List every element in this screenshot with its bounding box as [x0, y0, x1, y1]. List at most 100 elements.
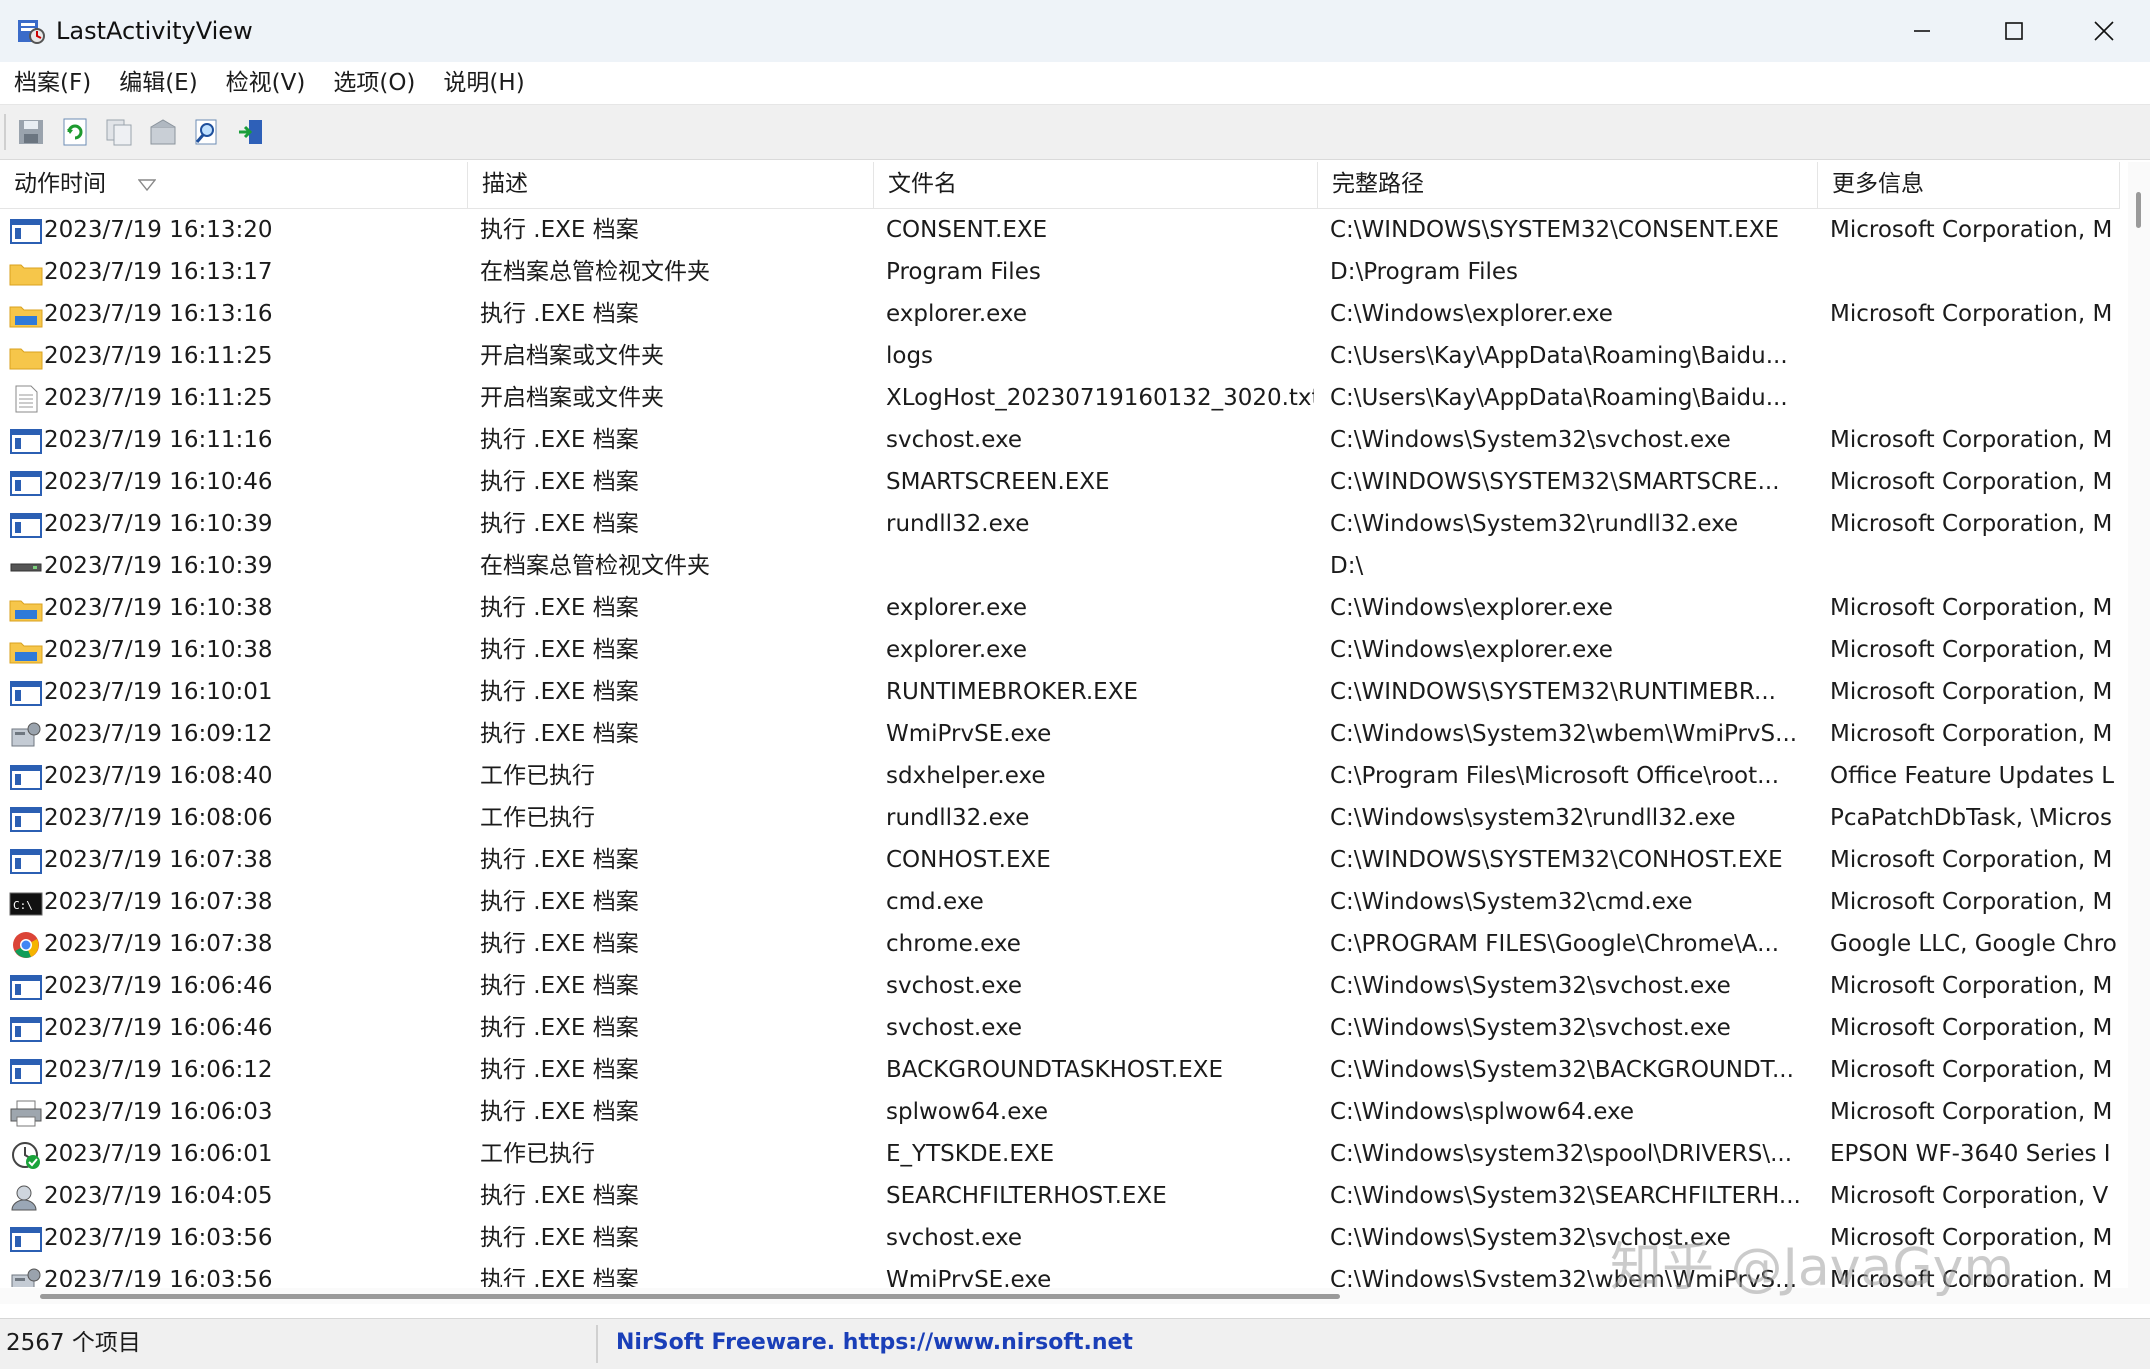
- cell-filename: explorer.exe: [886, 637, 1027, 663]
- table-row[interactable]: 2023/7/19 16:10:39 在档案总管检视文件夹 D:\: [0, 545, 2120, 587]
- exe-icon: [10, 513, 42, 538]
- cell-fullpath: D:\: [1330, 553, 1364, 579]
- cell-time: 2023/7/19 16:13:20: [44, 217, 273, 243]
- cell-filename: rundll32.exe: [886, 511, 1030, 537]
- save-button[interactable]: [12, 113, 50, 151]
- cell-moreinfo: Microsoft Corporation, M: [1830, 679, 2113, 705]
- close-button[interactable]: [2058, 0, 2150, 62]
- table-row[interactable]: 2023/7/19 16:04:05 执行 .EXE 档案 SEARCHFILTER…: [0, 1175, 2120, 1217]
- menu-edit[interactable]: 编辑(E): [105, 62, 211, 104]
- properties-icon: [150, 119, 176, 145]
- cell-time: 2023/7/19 16:11:25: [44, 385, 273, 411]
- wmi-icon: [11, 722, 41, 747]
- cell-description: 执行 .EXE 档案: [480, 595, 639, 621]
- cell-fullpath: C:\Windows\system32\spool\DRIVERS\...: [1330, 1141, 1793, 1167]
- maximize-button[interactable]: [1968, 0, 2060, 62]
- copy-button[interactable]: [100, 113, 138, 151]
- cell-moreinfo: [1830, 545, 2120, 587]
- exe-icon: [10, 765, 42, 790]
- check-clock-icon: [12, 1142, 40, 1169]
- cell-moreinfo: Microsoft Corporation, V: [1830, 1183, 2109, 1209]
- cell-fullpath: C:\Windows\System32\SEARCHFILTERH...: [1330, 1183, 1801, 1209]
- exit-button[interactable]: [232, 113, 270, 151]
- menu-view[interactable]: 检视(V): [212, 62, 320, 104]
- cell-moreinfo: Microsoft Corporation, M: [1830, 469, 2113, 495]
- menu-file[interactable]: 档案(F): [0, 62, 105, 104]
- exit-icon: [239, 120, 262, 144]
- table-row[interactable]: 2023/7/19 16:08:06 工作已执行 rundll32.exe C:\Wi…: [0, 797, 2120, 839]
- cell-fullpath: C:\Windows\System32\wbem\WmiPrvS...: [1330, 721, 1798, 747]
- menu-options[interactable]: 选项(O): [319, 62, 429, 104]
- table-row[interactable]: 2023/7/19 16:11:25 开启档案或文件夹 logs C:\Users\K…: [0, 335, 2120, 377]
- column-header: 动作时间 描述 文件名 完整路径 更多信息: [0, 162, 2120, 209]
- column-label-description: 描述: [482, 171, 528, 197]
- cell-filename: RUNTIMEBROKER.EXE: [886, 679, 1139, 705]
- cell-fullpath: C:\Windows\system32\rundll32.exe: [1330, 805, 1736, 831]
- cell-description: 执行 .EXE 档案: [480, 637, 639, 663]
- horizontal-scroll-thumb[interactable]: [40, 1294, 1340, 1299]
- cell-description: 执行 .EXE 档案: [480, 1057, 639, 1083]
- cell-moreinfo: Microsoft Corporation, M: [1830, 973, 2113, 999]
- table-row[interactable]: 2023/7/19 16:06:03 执行 .EXE 档案 splwow64.exe…: [0, 1091, 2120, 1133]
- table-row[interactable]: 2023/7/19 16:11:16 执行 .EXE 档案 svchost.exe C…: [0, 419, 2120, 461]
- close-icon: [2094, 21, 2114, 41]
- cell-fullpath: C:\Windows\System32\svchost.exe: [1330, 1015, 1731, 1041]
- table-row[interactable]: 2023/7/19 16:13:20 执行 .EXE 档案 CONSENT.EXE C…: [0, 209, 2120, 251]
- column-header-time[interactable]: 动作时间: [0, 162, 468, 208]
- table-row[interactable]: 2023/7/19 16:11:25 开启档案或文件夹 XLogHost_20230…: [0, 377, 2120, 419]
- table-row[interactable]: 2023/7/19 16:06:46 执行 .EXE 档案 svchost.exe C…: [0, 1007, 2120, 1049]
- column-header-filename[interactable]: 文件名: [874, 162, 1318, 208]
- cell-fullpath: C:\Windows\splwow64.exe: [1330, 1099, 1635, 1125]
- refresh-button[interactable]: [56, 113, 94, 151]
- vertical-scrollbar[interactable]: [2128, 162, 2150, 1302]
- table-row[interactable]: 2023/7/19 16:06:12 执行 .EXE 档案 BACKGROUNDTA…: [0, 1049, 2120, 1091]
- table-row[interactable]: 2023/7/19 16:10:38 执行 .EXE 档案 explorer.exe…: [0, 587, 2120, 629]
- cell-description: 执行 .EXE 档案: [480, 217, 639, 243]
- cell-fullpath: C:\Windows\System32\BACKGROUNDT...: [1330, 1057, 1794, 1083]
- explorer-icon: [9, 642, 43, 664]
- find-button[interactable]: [188, 113, 226, 151]
- exe-icon: [10, 1227, 42, 1252]
- nirsoft-link[interactable]: NirSoft Freeware. https://www.nirsoft.ne…: [616, 1319, 1133, 1367]
- properties-button[interactable]: [144, 113, 182, 151]
- vertical-scroll-thumb[interactable]: [2136, 192, 2141, 228]
- cell-filename: sdxhelper.exe: [886, 763, 1046, 789]
- cell-description: 执行 .EXE 档案: [480, 973, 639, 999]
- cell-fullpath: C:\Windows\explorer.exe: [1330, 637, 1613, 663]
- cell-description: 执行 .EXE 档案: [480, 1015, 639, 1041]
- cell-moreinfo: [1830, 335, 2120, 377]
- cell-filename: BACKGROUNDTASKHOST.EXE: [886, 1057, 1224, 1083]
- cell-description: 执行 .EXE 档案: [480, 1225, 639, 1251]
- cell-moreinfo: Microsoft Corporation, M: [1830, 847, 2113, 873]
- table-row[interactable]: 2023/7/19 16:13:16 执行 .EXE 档案 explorer.exe…: [0, 293, 2120, 335]
- status-divider: [596, 1325, 598, 1363]
- column-header-moreinfo[interactable]: 更多信息: [1818, 162, 2120, 208]
- cell-filename: chrome.exe: [886, 931, 1021, 957]
- table-row[interactable]: 2023/7/19 16:08:40 工作已执行 sdxhelper.exe C:\P…: [0, 755, 2120, 797]
- table-row[interactable]: 2023/7/19 16:13:17 在档案总管检视文件夹 Program File…: [0, 251, 2120, 293]
- column-header-description[interactable]: 描述: [468, 162, 874, 208]
- minimize-button[interactable]: [1876, 0, 1968, 62]
- search-user-icon: [11, 1185, 37, 1211]
- cell-fullpath: C:\Windows\System32\svchost.exe: [1330, 427, 1731, 453]
- table-row[interactable]: 2023/7/19 16:06:01 工作已执行 E_YTSKDE.EXE C:\Wi…: [0, 1133, 2120, 1175]
- activity-list: 2023/7/19 16:13:20 执行 .EXE 档案 CONSENT.EXE C…: [0, 209, 2120, 1287]
- cell-filename: cmd.exe: [886, 889, 984, 915]
- table-row[interactable]: 2023/7/19 16:06:46 执行 .EXE 档案 svchost.exe C…: [0, 965, 2120, 1007]
- column-label-filename: 文件名: [888, 171, 957, 197]
- sort-descending-icon: [138, 179, 156, 192]
- table-row[interactable]: 2023/7/19 16:10:39 执行 .EXE 档案 rundll32.exe…: [0, 503, 2120, 545]
- menu-help[interactable]: 说明(H): [429, 62, 538, 104]
- table-row[interactable]: 2023/7/19 16:10:38 执行 .EXE 档案 explorer.exe…: [0, 629, 2120, 671]
- table-row[interactable]: 2023/7/19 16:09:12 执行 .EXE 档案 WmiPrvSE.exe…: [0, 713, 2120, 755]
- cell-time: 2023/7/19 16:09:12: [44, 721, 273, 747]
- folder-icon: [9, 264, 43, 286]
- cell-time: 2023/7/19 16:10:38: [44, 637, 273, 663]
- table-row[interactable]: 2023/7/19 16:07:38 执行 .EXE 档案 CONHOST.EXE C…: [0, 839, 2120, 881]
- exe-icon: [10, 429, 42, 454]
- table-row[interactable]: C:\ 2023/7/19 16:07:38 执行 .EXE 档案 cmd.exe C:…: [0, 881, 2120, 923]
- table-row[interactable]: 2023/7/19 16:10:01 执行 .EXE 档案 RUNTIMEBROKE…: [0, 671, 2120, 713]
- table-row[interactable]: 2023/7/19 16:07:38 执行 .EXE 档案 chrome.exe C:…: [0, 923, 2120, 965]
- table-row[interactable]: 2023/7/19 16:10:46 执行 .EXE 档案 SMARTSCREEN.…: [0, 461, 2120, 503]
- column-header-fullpath[interactable]: 完整路径: [1318, 162, 1818, 208]
